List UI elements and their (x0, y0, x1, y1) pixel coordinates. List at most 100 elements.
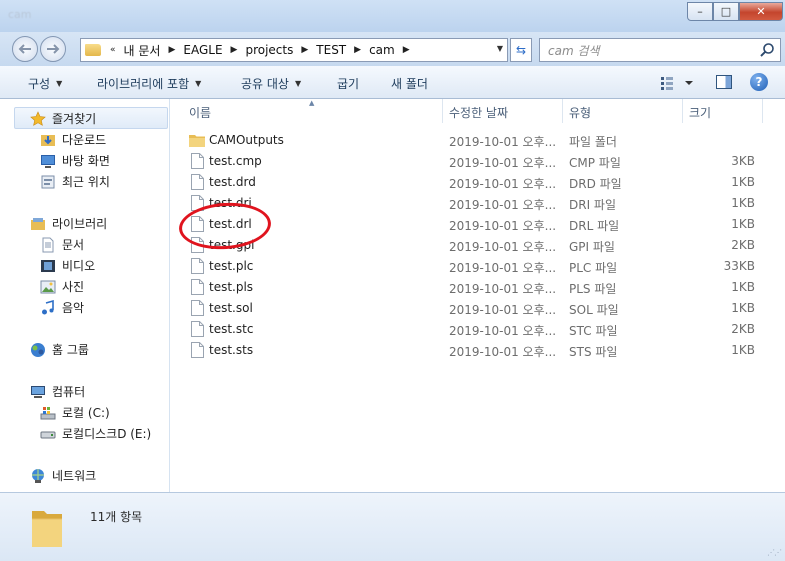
column-header: ▲ 이름 수정한 날짜 유형 크기 (171, 99, 785, 123)
file-row[interactable]: test.pls 2019-10-01 오후... PLS 파일 1KB (189, 277, 769, 298)
file-type: PLC 파일 (569, 261, 618, 275)
nav-item-local-disk-c[interactable]: 로컬 (C:) (40, 404, 110, 421)
include-in-library-button[interactable]: 라이브러리에 포함 ▼ (97, 75, 201, 92)
nav-label: 최근 위치 (62, 175, 110, 189)
nav-item-documents[interactable]: 문서 (40, 236, 84, 253)
breadcrumb-separator-icon[interactable]: ▶ (163, 45, 180, 55)
nav-item-music[interactable]: 음악 (40, 299, 84, 316)
nav-item-downloads[interactable]: 다운로드 (40, 131, 106, 148)
address-bar[interactable]: « 내 문서 ▶ EAGLE ▶ projects ▶ TEST ▶ cam ▶… (80, 38, 508, 62)
window-title: cam (8, 8, 32, 21)
preview-pane-icon[interactable] (716, 75, 732, 89)
breadcrumb-separator-icon[interactable]: ▶ (398, 45, 415, 55)
nav-item-libraries[interactable]: 라이브러리 (30, 215, 107, 232)
file-icon (191, 300, 204, 316)
file-name: test.pls (209, 280, 254, 294)
file-name: test.drd (209, 175, 256, 189)
homegroup-icon (31, 342, 45, 357)
file-type: DRI 파일 (569, 198, 617, 212)
column-type[interactable]: 유형 (569, 104, 591, 121)
nav-item-network[interactable]: 네트워크 (30, 467, 96, 484)
file-date: 2019-10-01 오후... (449, 345, 557, 359)
resize-grip-icon[interactable]: ⋰⋰ (767, 548, 782, 557)
documents-icon (42, 237, 54, 252)
file-type: GPI 파일 (569, 240, 615, 254)
breadcrumb-separator-icon[interactable]: ▶ (296, 45, 313, 55)
address-dropdown-icon[interactable]: ▼ (497, 44, 503, 53)
column-name[interactable]: 이름 (189, 104, 211, 121)
column-divider[interactable] (562, 99, 563, 123)
nav-item-computer[interactable]: 컴퓨터 (30, 383, 85, 400)
nav-item-pictures[interactable]: 사진 (40, 278, 84, 295)
search-input[interactable]: cam 검색 (539, 38, 781, 62)
breadcrumb-separator-icon[interactable]: ▶ (349, 45, 366, 55)
burn-button[interactable]: 굽기 (337, 75, 359, 92)
star-icon (30, 110, 46, 126)
nav-item-recent[interactable]: 최근 위치 (40, 173, 110, 190)
minimize-button[interactable]: – (687, 2, 713, 21)
breadcrumb-item[interactable]: cam (366, 43, 398, 57)
file-row-camoutputs[interactable]: CAMOutputs 2019-10-01 오후... 파일 폴더 (189, 130, 769, 151)
network-icon (32, 468, 44, 483)
breadcrumb-item[interactable]: TEST (313, 43, 349, 57)
desktop-icon (41, 154, 55, 168)
computer-icon (31, 385, 45, 398)
nav-item-local-disk-e[interactable]: 로컬디스크D (E:) (40, 425, 151, 442)
organize-label: 구성 (28, 77, 51, 91)
share-with-button[interactable]: 공유 대상 ▼ (241, 75, 301, 92)
back-button[interactable] (12, 36, 38, 62)
folder-icon (189, 135, 205, 147)
command-bar: 구성 ▼ 라이브러리에 포함 ▼ 공유 대상 ▼ 굽기 새 폴더 ? (0, 66, 785, 99)
file-row[interactable]: test.dri 2019-10-01 오후... DRI 파일 1KB (189, 193, 769, 214)
nav-label: 라이브러리 (52, 217, 108, 231)
new-folder-button[interactable]: 새 폴더 (391, 75, 428, 92)
dropdown-arrow-icon: ▼ (294, 79, 302, 88)
breadcrumb-separator-icon[interactable]: ▶ (226, 45, 243, 55)
help-icon[interactable]: ? (750, 73, 768, 91)
navigation-pane: 즐겨찾기 다운로드 바탕 화면 최근 위치 라이브러리 문서 비디오 사진 음악… (0, 99, 170, 492)
file-row[interactable]: test.drd 2019-10-01 오후... DRD 파일 1KB (189, 172, 769, 193)
file-row[interactable]: test.cmp 2019-10-01 오후... CMP 파일 3KB (189, 151, 769, 172)
file-date: 2019-10-01 오후... (449, 156, 557, 170)
file-row[interactable]: test.sol 2019-10-01 오후... SOL 파일 1KB (189, 298, 769, 319)
file-size: 2KB (731, 238, 755, 252)
column-size[interactable]: 크기 (689, 104, 711, 121)
change-view-button[interactable] (660, 76, 698, 93)
column-divider[interactable] (682, 99, 683, 123)
organize-button[interactable]: 구성 ▼ (28, 75, 62, 92)
breadcrumb-item[interactable]: 내 문서 (121, 42, 164, 59)
nav-label: 로컬디스크D (E:) (62, 427, 152, 441)
file-date: 2019-10-01 오후... (449, 303, 557, 317)
breadcrumb-item[interactable]: projects (242, 43, 296, 57)
nav-item-videos[interactable]: 비디오 (40, 257, 95, 274)
search-icon[interactable] (759, 42, 775, 58)
file-row[interactable]: test.stc 2019-10-01 오후... STC 파일 2KB (189, 319, 769, 340)
column-modified[interactable]: 수정한 날짜 (449, 104, 508, 121)
close-button[interactable]: ✕ (739, 2, 783, 21)
file-type: 파일 폴더 (569, 135, 617, 149)
nav-label: 홈 그룹 (52, 343, 89, 357)
forward-button[interactable] (40, 36, 66, 62)
file-row-drl[interactable]: test.drl 2019-10-01 오후... DRL 파일 1KB (189, 214, 769, 235)
file-size: 2KB (731, 322, 755, 336)
file-row[interactable]: test.sts 2019-10-01 오후... STS 파일 1KB (189, 340, 769, 361)
dropdown-arrow-icon: ▼ (195, 79, 202, 88)
nav-label: 음악 (62, 301, 85, 315)
nav-label: 컴퓨터 (52, 385, 86, 399)
file-row[interactable]: test.plc 2019-10-01 오후... PLC 파일 33KB (189, 256, 769, 277)
nav-item-desktop[interactable]: 바탕 화면 (40, 152, 110, 169)
nav-item-homegroup[interactable]: 홈 그룹 (30, 341, 89, 358)
file-date: 2019-10-01 오후... (449, 282, 557, 296)
refresh-button[interactable]: ⇆ (510, 38, 532, 62)
maximize-button[interactable]: □ (713, 2, 739, 21)
file-icon (191, 321, 204, 337)
column-divider[interactable] (442, 99, 443, 123)
sort-ascending-icon: ▲ (309, 99, 315, 107)
dropdown-arrow-icon: ▼ (56, 79, 63, 88)
column-divider[interactable] (762, 99, 763, 123)
nav-item-favorites[interactable]: 즐겨찾기 (30, 110, 96, 127)
overflow-chevron-icon[interactable]: « (105, 45, 121, 55)
breadcrumb-item[interactable]: EAGLE (180, 43, 225, 57)
file-row[interactable]: test.gpi 2019-10-01 오후... GPI 파일 2KB (189, 235, 769, 256)
nav-label: 사진 (62, 280, 85, 294)
